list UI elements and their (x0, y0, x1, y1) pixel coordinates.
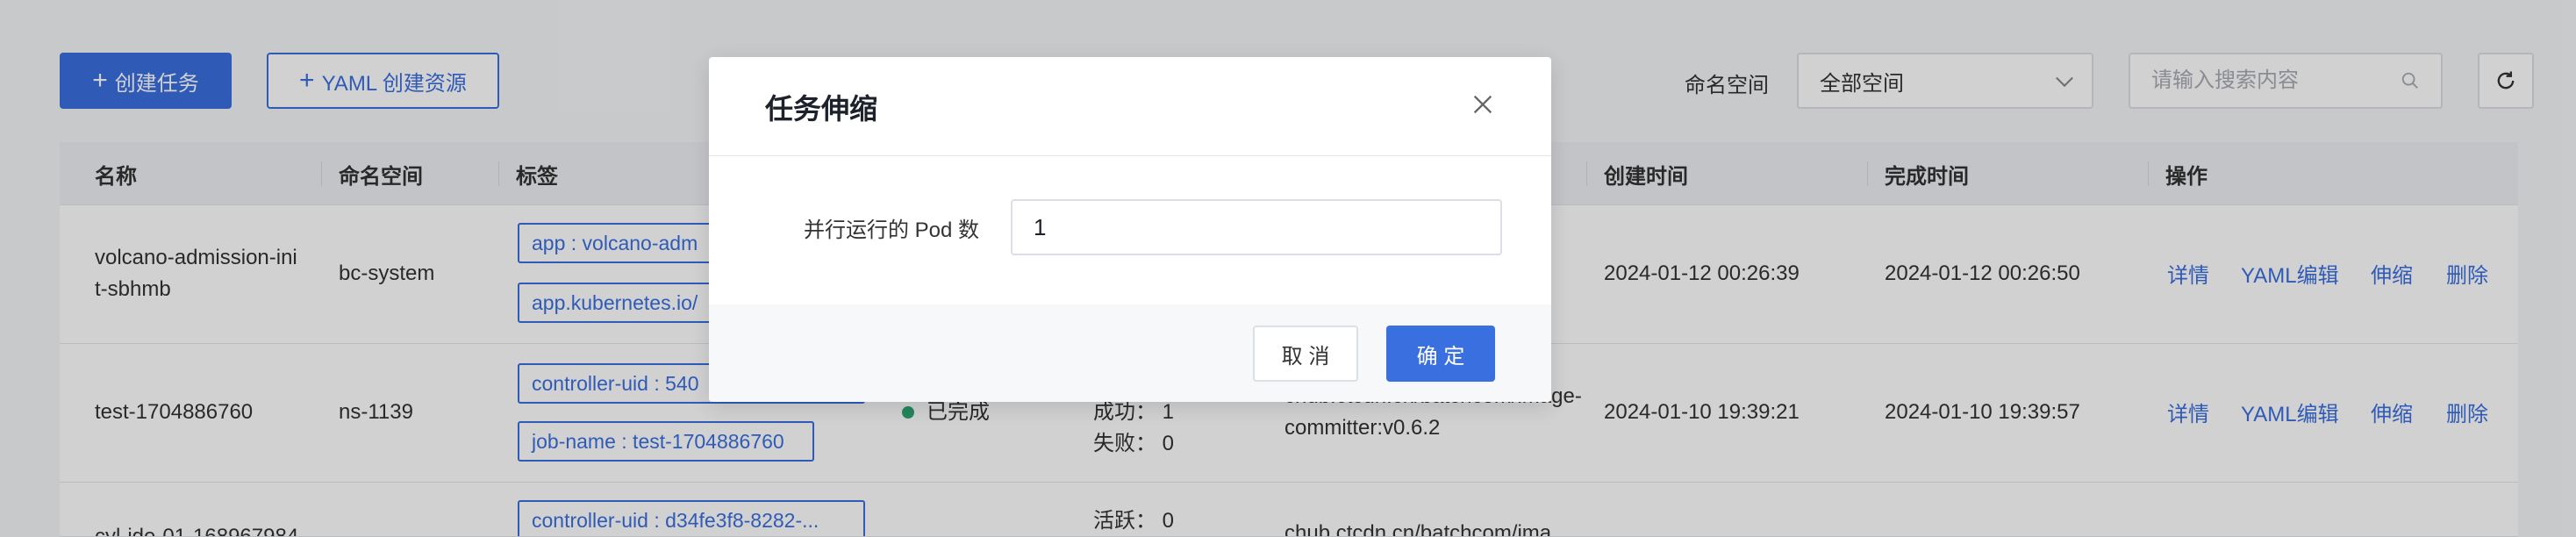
close-icon[interactable] (1470, 92, 1495, 117)
dialog-title: 任务伸缩 (765, 93, 878, 125)
cancel-button[interactable]: 取 消 (1253, 326, 1358, 382)
confirm-button[interactable]: 确 定 (1386, 326, 1495, 382)
parallelism-input[interactable] (1011, 199, 1502, 255)
parallelism-label: 并行运行的 Pod 数 (804, 218, 980, 242)
scale-dialog: 任务伸缩 并行运行的 Pod 数 取 消 确 定 (709, 57, 1551, 402)
dialog-divider (709, 155, 1551, 156)
